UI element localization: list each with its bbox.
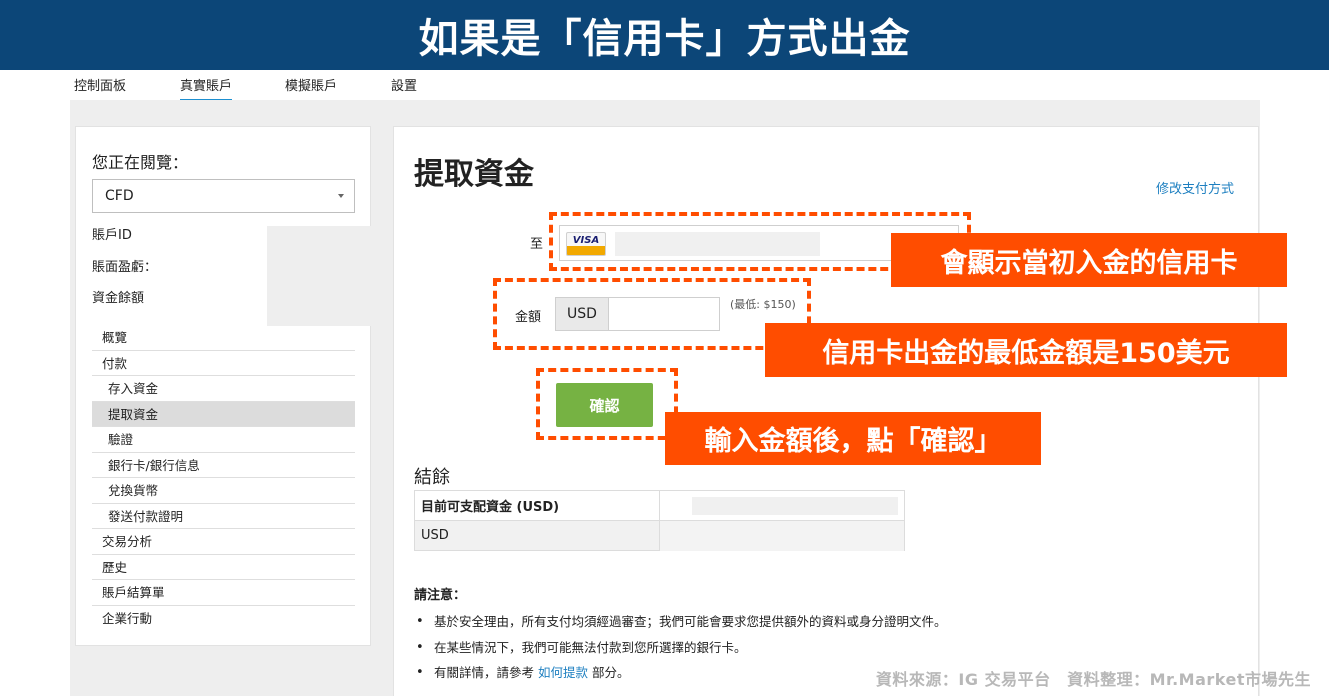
page-title: 提取資金 — [414, 157, 534, 192]
balance-value-cell — [659, 490, 905, 521]
card-callout: 會顯示當初入金的信用卡 — [891, 233, 1287, 287]
note-prefix: 有關詳情，請參考 — [434, 665, 538, 680]
sidebar: 您正在閱覽： CFD 賬戶ID 賬面盈虧： 資金餘額 概覽 付款 存入資金 提取… — [75, 126, 371, 646]
sidebar-item-payments[interactable]: 付款 — [92, 351, 355, 376]
notes-title: 請注意： — [414, 588, 467, 603]
minimum-callout: 信用卡出金的最低金額是150美元 — [765, 323, 1287, 377]
sidebar-item-withdraw[interactable]: 提取資金 — [92, 401, 355, 427]
banner-title: 如果是「信用卡」方式出金 — [418, 16, 911, 62]
redacted-value — [692, 497, 898, 515]
balance-table: 目前可支配資金 (USD) USD — [414, 490, 905, 551]
sidebar-item-bank-cards[interactable]: 銀行卡/銀行信息 — [92, 453, 355, 478]
table-row: USD — [414, 520, 905, 551]
sidebar-item-currency-exchange[interactable]: 兌換貨幣 — [92, 478, 355, 504]
currency-row-cell: USD — [414, 520, 660, 551]
balance-title: 結餘 — [414, 467, 450, 488]
sidebar-item-payment-proof[interactable]: 發送付款證明 — [92, 504, 355, 529]
balance-header-cell: 目前可支配資金 (USD) — [414, 490, 660, 521]
account-type-value: CFD — [105, 188, 134, 204]
amount-highlight-box — [493, 278, 811, 350]
top-navigation: 控制面板 真實賬戶 模擬賬戶 設置 — [0, 70, 1329, 102]
account-id-label: 賬戶ID — [92, 228, 132, 243]
tab-dashboard[interactable]: 控制面板 — [74, 75, 126, 99]
tab-live-account[interactable]: 真實賬戶 — [180, 75, 233, 102]
table-row: 目前可支配資金 (USD) — [414, 490, 905, 521]
chevron-down-icon — [338, 194, 344, 198]
confirm-callout: 輸入金額後，點「確認」 — [665, 412, 1041, 465]
sidebar-item-overview[interactable]: 概覽 — [92, 325, 355, 351]
account-type-select[interactable]: CFD — [92, 179, 355, 213]
sidebar-item-deposit[interactable]: 存入資金 — [92, 376, 355, 402]
source-credit: 資料來源：IG 交易平台 資料整理：Mr.Market市場先生 — [875, 670, 1311, 689]
change-payment-link[interactable]: 修改支付方式 — [1156, 178, 1234, 197]
tab-settings[interactable]: 設置 — [391, 75, 417, 99]
sidebar-menu: 概覽 付款 存入資金 提取資金 驗證 銀行卡/銀行信息 兌換貨幣 發送付款證明 … — [92, 325, 355, 631]
currency-value-cell — [659, 520, 905, 551]
header-banner: 如果是「信用卡」方式出金 — [0, 0, 1329, 70]
confirm-highlight-box — [536, 368, 678, 440]
pnl-label: 賬面盈虧： — [92, 260, 158, 275]
balance-label: 資金餘額 — [92, 291, 145, 306]
note-suffix: 部分。 — [588, 665, 630, 680]
sidebar-item-trade-analysis[interactable]: 交易分析 — [92, 529, 355, 555]
viewing-label: 您正在閱覽： — [92, 153, 189, 172]
sidebar-item-statements[interactable]: 賬戶結算單 — [92, 580, 355, 606]
tab-demo-account[interactable]: 模擬賬戶 — [285, 75, 337, 99]
sidebar-item-history[interactable]: 歷史 — [92, 555, 355, 580]
redacted-value — [660, 521, 904, 551]
to-label: 至 — [530, 237, 544, 252]
how-to-withdraw-link[interactable]: 如何提款 — [538, 665, 588, 680]
sidebar-item-corporate-actions[interactable]: 企業行動 — [92, 606, 355, 632]
sidebar-item-verification[interactable]: 驗證 — [92, 427, 355, 453]
redacted-values — [267, 226, 371, 326]
list-item: 基於安全理由，所有支付均須經過審查；我們可能會要求您提供額外的資料或身分證明文件… — [414, 612, 1214, 638]
list-item: 在某些情況下，我們可能無法付款到您所選擇的銀行卡。 — [414, 638, 1214, 664]
